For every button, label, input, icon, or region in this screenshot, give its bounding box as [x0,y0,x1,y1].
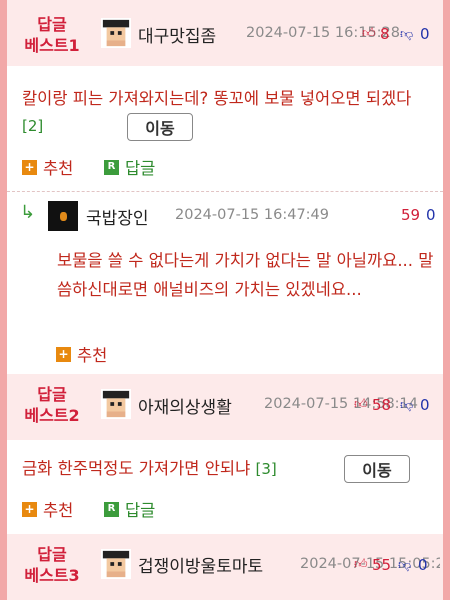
comment-date: 2024-07-15 16:15:28 [246,25,400,41]
reply-arrow-icon: ↳ [20,202,36,223]
recommend-label: 추천 [43,501,74,520]
avatar[interactable] [101,389,131,419]
plus-icon: + [56,346,71,362]
avatar[interactable] [101,18,131,48]
plus-icon: + [22,159,37,175]
best-badge: 답글 베스트2 [16,384,88,426]
thumb-up-icon[interactable]: 👍︎ [354,397,368,412]
reply-label: 답글 [125,159,156,178]
comment-date: 2024-07-15 14:58:14 [264,396,418,412]
best-badge-line1: 답글 [37,385,67,404]
downvote-count: 0 [420,396,430,414]
upvote-count: 8 [380,25,390,43]
author-name[interactable]: 아재의상생활 [138,393,232,418]
avatar[interactable] [48,201,78,231]
reply-icon: R [104,501,119,517]
plus-icon: + [22,501,37,517]
downvote-count: 0 [418,556,428,574]
reply-icon: R [104,159,119,175]
move-button[interactable]: 이동 [344,455,410,483]
thumb-down-icon[interactable]: 👎︎ [400,27,413,42]
reply-count[interactable]: [2] [22,117,43,135]
move-button[interactable]: 이동 [127,113,193,141]
recommend-button[interactable]: + 추천 [56,342,107,366]
author-name[interactable]: 국밥장인 [86,204,149,229]
comment-text: 칼이랑 피는 가져와지는데? 똥꼬에 보물 넣어오면 되겠다 [22,89,412,108]
thumb-down-icon[interactable]: 👎︎ [400,398,413,413]
thumb-down-icon[interactable]: 👎︎ [398,558,411,573]
recommend-button[interactable]: + 추천 [22,155,73,179]
best-badge-rank: 베스트1 [24,36,80,55]
best-badge-line1: 답글 [37,545,67,564]
reply-button[interactable]: R 답글 [104,155,155,179]
thumb-up-icon[interactable]: 👍︎ [354,557,368,572]
avatar[interactable] [101,549,131,579]
upvote-count: 59 [401,206,421,224]
reply-button[interactable]: R 답글 [104,497,155,521]
comment-body: 칼이랑 피는 가져와지는데? 똥꼬에 보물 넣어오면 되겠다 [2] [22,85,432,140]
reply-count[interactable]: [3] [256,460,277,478]
best-badge: 답글 베스트1 [16,14,88,56]
recommend-label: 추천 [43,159,74,178]
best-badge-line1: 답글 [37,15,67,34]
recommend-button[interactable]: + 추천 [22,497,73,521]
upvote-count: 58 [372,396,392,414]
downvote-count: 0 [420,25,430,43]
best-badge: 답글 베스트3 [16,544,88,586]
best-badge-rank: 베스트2 [24,406,80,425]
comment-body: 금화 한주먹정도 가져가면 안되냐 [3] [22,455,342,483]
comment-body: 보물을 쓸 수 없다는게 가치가 없다는 말 아닐까요... 말씀하신대로면 애… [57,251,434,299]
recommend-label: 추천 [77,346,108,365]
upvote-count: 55 [372,556,392,574]
thumb-up-icon[interactable]: 👍︎ [362,26,376,41]
author-name[interactable]: 겁쟁이방울토마토 [138,552,263,577]
divider [7,191,443,192]
downvote-count: 0 [426,206,436,224]
comment-date: 2024-07-15 16:47:49 [175,207,329,223]
comment-text: 금화 한주먹정도 가져가면 안되냐 [22,459,251,478]
author-name[interactable]: 대구맛집좀 [138,22,216,47]
best-badge-rank: 베스트3 [24,566,80,585]
reply-label: 답글 [125,501,156,520]
